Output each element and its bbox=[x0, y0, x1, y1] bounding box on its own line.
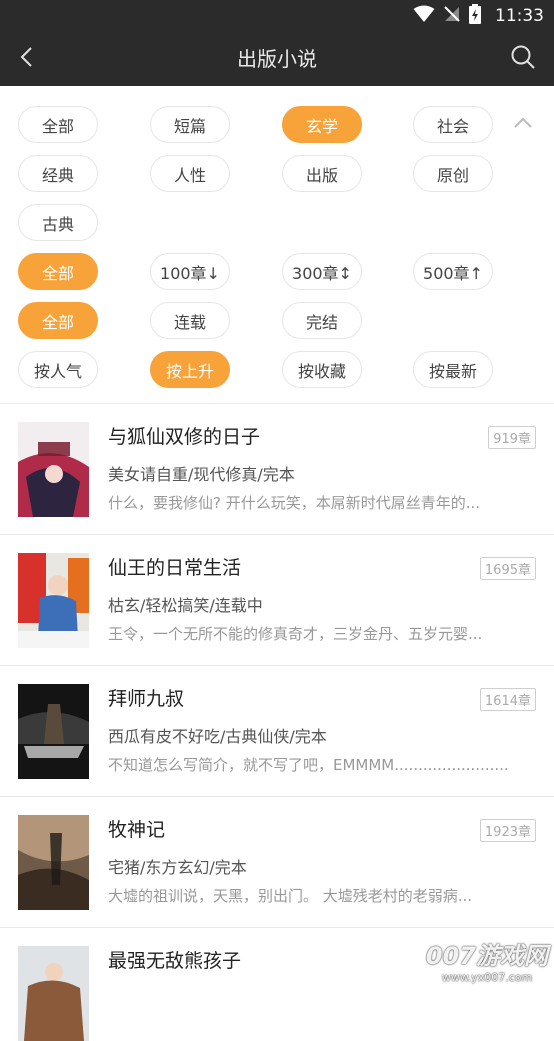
filter-chip[interactable]: 短篇 bbox=[150, 106, 230, 143]
book-list-item[interactable]: 牧神记 1923章 宅猪/东方玄幻/完本 大墟的祖训说，天黑，别出门。 大墟残老… bbox=[0, 797, 554, 928]
book-title: 牧神记 bbox=[108, 815, 165, 842]
book-meta: 宅猪/东方玄幻/完本 bbox=[108, 854, 247, 878]
book-cover bbox=[18, 422, 89, 517]
chapter-count-badge: 1695章 bbox=[480, 557, 536, 580]
wifi-icon bbox=[413, 5, 435, 27]
book-title: 仙王的日常生活 bbox=[108, 553, 241, 580]
filter-chip[interactable]: 社会 bbox=[413, 106, 493, 143]
book-meta: 美女请自重/现代修真/完本 bbox=[108, 461, 295, 485]
chapter-count-badge: 1923章 bbox=[480, 819, 536, 842]
book-cover bbox=[18, 553, 89, 648]
book-meta: 西瓜有皮不好吃/古典仙侠/完本 bbox=[108, 723, 327, 747]
status-time: 11:33 bbox=[495, 6, 544, 26]
filter-chip[interactable]: 古典 bbox=[18, 204, 98, 241]
search-icon bbox=[510, 44, 536, 74]
filter-chip[interactable]: 经典 bbox=[18, 155, 98, 192]
filter-chip[interactable]: 出版 bbox=[282, 155, 362, 192]
filter-chip[interactable]: 全部 bbox=[18, 106, 98, 143]
app-bar: 出版小说 bbox=[0, 32, 554, 86]
watermark: 007游戏网 www.yx007.com bbox=[426, 936, 548, 984]
chevron-up-icon bbox=[513, 114, 533, 133]
book-list-item[interactable]: 仙王的日常生活 1695章 枯玄/轻松搞笑/连载中 王令，一个无所不能的修真奇才… bbox=[0, 535, 554, 666]
filter-chip[interactable]: 玄学 bbox=[282, 106, 362, 143]
status-bar: 11:33 bbox=[0, 0, 554, 32]
book-cover bbox=[18, 946, 89, 1041]
chapter-filter-chip[interactable]: 500章↑ bbox=[413, 253, 493, 290]
back-arrow-icon bbox=[19, 46, 35, 72]
book-cover bbox=[18, 684, 89, 779]
filter-chip[interactable]: 原创 bbox=[413, 155, 493, 192]
book-description: 大墟的祖训说，天黑，别出门。 大墟残老村的老弱病... bbox=[108, 885, 534, 906]
watermark-url: www.yx007.com bbox=[426, 971, 548, 984]
book-cover bbox=[18, 815, 89, 910]
book-description: 王令，一个无所不能的修真奇才，三岁金丹、五岁元婴... bbox=[108, 623, 534, 644]
sort-chip[interactable]: 按上升 bbox=[150, 351, 230, 388]
sort-chip[interactable]: 按收藏 bbox=[282, 351, 362, 388]
book-title: 与狐仙双修的日子 bbox=[108, 422, 260, 449]
book-list-item[interactable]: 与狐仙双修的日子 919章 美女请自重/现代修真/完本 什么，要我修仙? 开什么… bbox=[0, 404, 554, 535]
back-button[interactable] bbox=[8, 40, 46, 78]
chapter-filter-chip[interactable]: 100章↓ bbox=[150, 253, 230, 290]
sort-chip[interactable]: 按人气 bbox=[18, 351, 98, 388]
watermark-logo: 007游戏网 bbox=[426, 936, 548, 971]
chapter-count-badge: 919章 bbox=[488, 426, 536, 449]
book-description: 不知道怎么写简介，就不写了吧，EMMMM....................… bbox=[108, 754, 534, 775]
book-title: 拜师九叔 bbox=[108, 684, 184, 711]
search-button[interactable] bbox=[504, 40, 542, 78]
status-filter-chip[interactable]: 完结 bbox=[282, 302, 362, 339]
status-filter-chip[interactable]: 全部 bbox=[18, 302, 98, 339]
book-description: 什么，要我修仙? 开什么玩笑，本屌新时代屌丝青年的... bbox=[108, 492, 534, 513]
filter-panel: 全部 短篇 玄学 社会 经典 人性 出版 原创 古典 全部 100章↓ 300章… bbox=[0, 86, 554, 404]
filter-chip[interactable]: 人性 bbox=[150, 155, 230, 192]
battery-charging-icon bbox=[469, 4, 481, 28]
no-signal-icon bbox=[443, 5, 461, 27]
book-title: 最强无敌熊孩子 bbox=[108, 946, 241, 973]
book-list-item[interactable]: 拜师九叔 1614章 西瓜有皮不好吃/古典仙侠/完本 不知道怎么写简介，就不写了… bbox=[0, 666, 554, 797]
chapter-filter-chip[interactable]: 300章↕ bbox=[282, 253, 362, 290]
page-title: 出版小说 bbox=[0, 32, 554, 86]
sort-chip[interactable]: 按最新 bbox=[413, 351, 493, 388]
collapse-button[interactable] bbox=[508, 108, 538, 138]
status-filter-chip[interactable]: 连载 bbox=[150, 302, 230, 339]
chapter-filter-chip[interactable]: 全部 bbox=[18, 253, 98, 290]
book-meta: 枯玄/轻松搞笑/连载中 bbox=[108, 592, 263, 616]
chapter-count-badge: 1614章 bbox=[480, 688, 536, 711]
